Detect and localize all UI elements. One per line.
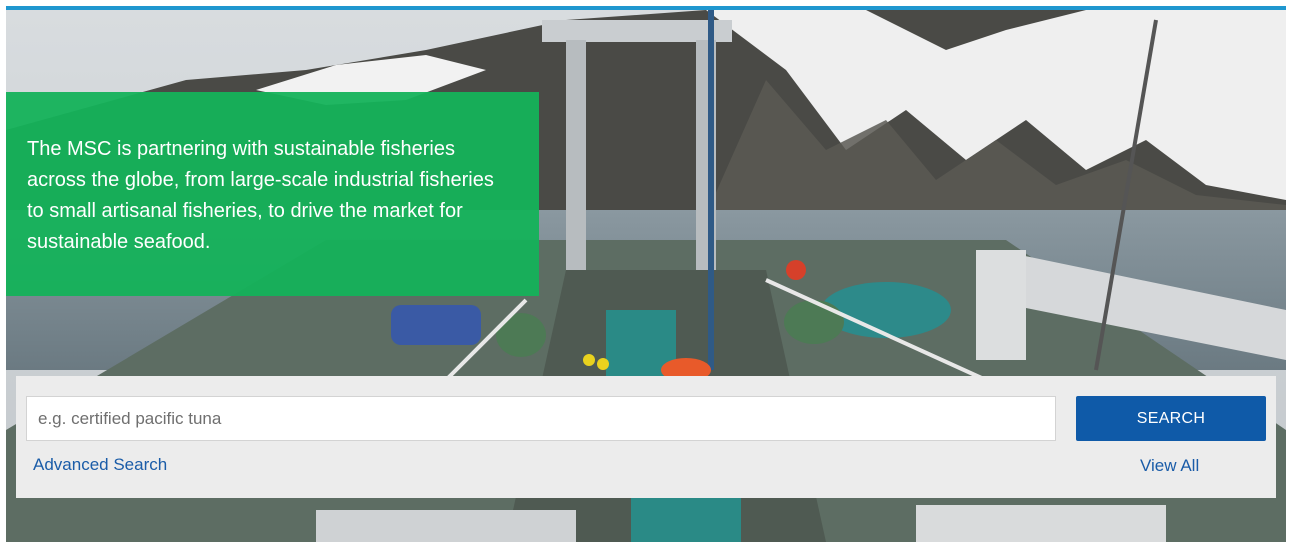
- promo-line-3: to small artisanal fisheries, to drive t…: [27, 200, 463, 222]
- promo-banner: The MSC is partnering with sustainable f…: [6, 92, 539, 296]
- advanced-search-link[interactable]: Advanced Search: [33, 455, 167, 475]
- view-all-link[interactable]: View All: [1140, 456, 1199, 476]
- promo-line-4: sustainable seafood.: [27, 231, 211, 253]
- page-frame: The MSC is partnering with sustainable f…: [6, 6, 1286, 542]
- search-button[interactable]: SEARCH: [1076, 396, 1266, 441]
- promo-line-1: The MSC is partnering with sustainable f…: [27, 138, 455, 160]
- search-input[interactable]: [26, 396, 1056, 441]
- search-panel: SEARCH Advanced Search View All: [16, 376, 1276, 498]
- promo-text: The MSC is partnering with sustainable f…: [27, 134, 519, 258]
- promo-line-2: across the globe, from large-scale indus…: [27, 169, 494, 191]
